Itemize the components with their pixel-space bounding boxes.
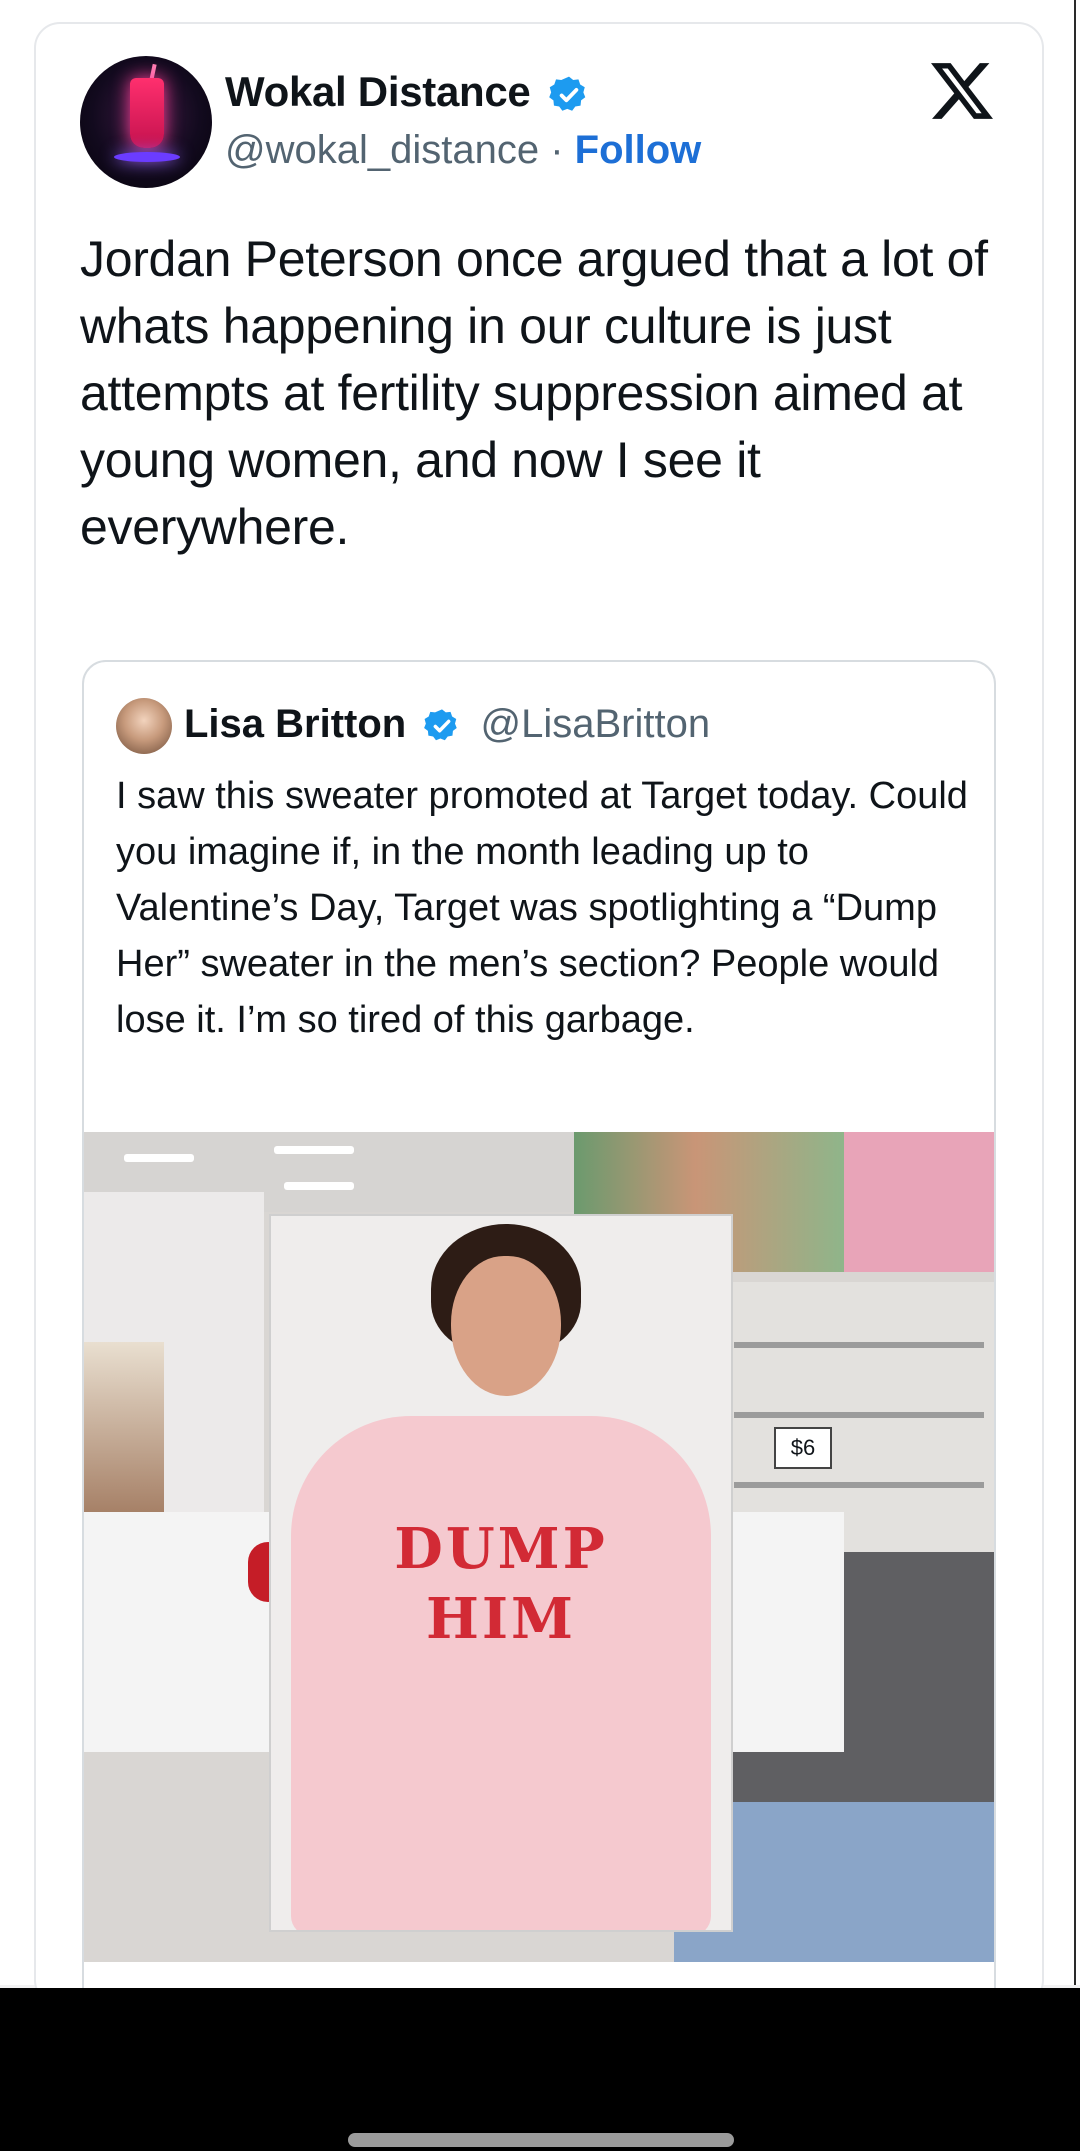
verified-badge-icon bbox=[424, 709, 458, 741]
price-tag: $6 bbox=[774, 1427, 832, 1469]
promo-sign: DUMP HIM bbox=[271, 1216, 731, 1930]
author-name[interactable]: Wokal Distance bbox=[225, 68, 531, 115]
sweater-text-line1: DUMP bbox=[394, 1516, 608, 1582]
quoted-author-row: Lisa Britton @LisaBritton bbox=[184, 702, 710, 747]
author-avatar[interactable] bbox=[80, 56, 212, 188]
ceiling-light bbox=[124, 1154, 194, 1162]
verified-badge-icon bbox=[549, 76, 586, 111]
tweet-text: Jordan Peterson once argued that a lot o… bbox=[80, 231, 988, 555]
shelf bbox=[734, 1482, 984, 1488]
author-handle[interactable]: @wokal_distance bbox=[225, 128, 539, 172]
avatar-drink-glass bbox=[130, 78, 164, 148]
system-bottom-bar bbox=[0, 1988, 1080, 2151]
author-name-row[interactable]: Wokal Distance bbox=[225, 68, 590, 116]
model-face bbox=[451, 1256, 561, 1396]
ceiling-light bbox=[274, 1146, 354, 1154]
follow-button[interactable]: Follow bbox=[575, 128, 702, 172]
sweater-text-line2: HIM bbox=[425, 1586, 577, 1652]
ceiling-light bbox=[284, 1182, 354, 1190]
quoted-tweet[interactable]: Lisa Britton @LisaBritton I saw this swe… bbox=[82, 660, 996, 2064]
shelf bbox=[734, 1342, 984, 1348]
quoted-author-name[interactable]: Lisa Britton bbox=[184, 702, 406, 746]
store-banner-pink bbox=[844, 1132, 994, 1272]
quoted-author-avatar[interactable] bbox=[116, 698, 172, 754]
tweet-photo[interactable]: $6 DUMP HIM bbox=[84, 1132, 994, 1962]
author-handle-row: @wokal_distance · Follow bbox=[225, 128, 701, 173]
quoted-tweet-text: I saw this sweater promoted at Target to… bbox=[116, 775, 968, 1041]
quoted-author-handle[interactable]: @LisaBritton bbox=[480, 702, 710, 746]
shelf bbox=[734, 1412, 984, 1418]
handle-separator: · bbox=[539, 128, 575, 172]
screen-edge bbox=[1074, 0, 1076, 1985]
pink-sweater bbox=[291, 1416, 711, 1930]
x-logo-icon[interactable] bbox=[930, 60, 994, 122]
home-indicator[interactable] bbox=[348, 2133, 734, 2147]
avatar-glow-base bbox=[114, 152, 180, 162]
